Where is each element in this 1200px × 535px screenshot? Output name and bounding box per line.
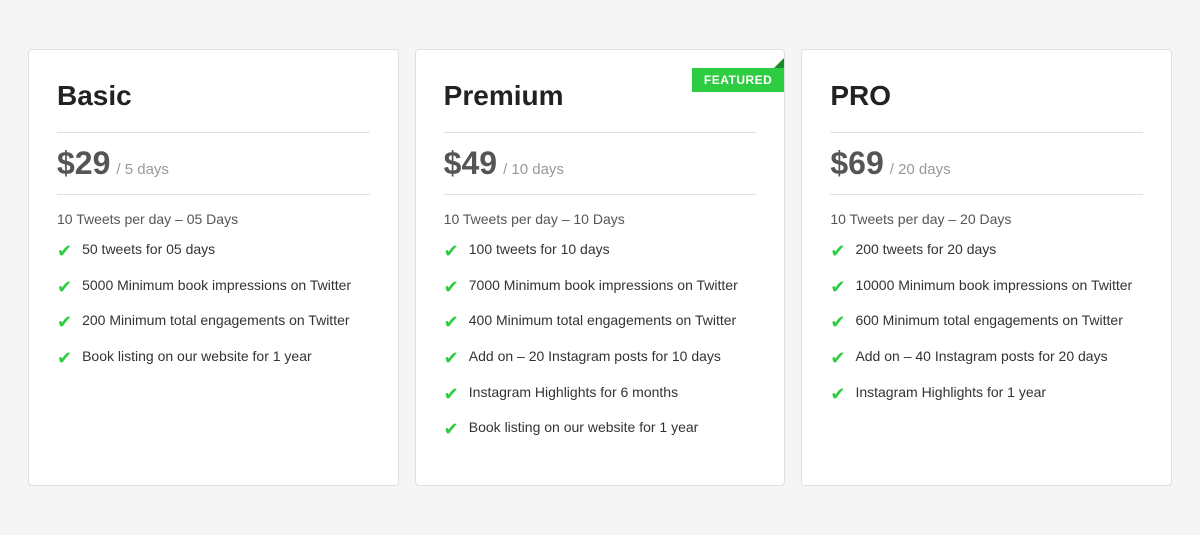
feature-item-premium-3: ✔ Add on – 20 Instagram posts for 10 days (444, 348, 757, 370)
price-row-basic: $29 / 5 days (57, 145, 370, 182)
feature-text-pro-0: 200 tweets for 20 days (855, 241, 996, 257)
pricing-container: Basic $29 / 5 days 10 Tweets per day – 05 D… (20, 49, 1180, 486)
feature-text-premium-2: 400 Minimum total engagements on Twitter (469, 312, 736, 328)
divider-2-premium (444, 194, 757, 195)
feature-item-basic-0: ✔ 50 tweets for 05 days (57, 241, 370, 263)
check-icon-premium-1: ✔ (444, 277, 459, 299)
plan-card-premium: FEATURED Premium $49 / 10 days 10 Tweets per… (415, 49, 786, 486)
feature-text-premium-3: Add on – 20 Instagram posts for 10 days (469, 348, 721, 364)
divider-1-pro (830, 132, 1143, 133)
feature-item-basic-3: ✔ Book listing on our website for 1 year (57, 348, 370, 370)
feature-text-premium-1: 7000 Minimum book impressions on Twitter (469, 277, 738, 293)
feature-text-pro-1: 10000 Minimum book impressions on Twitte… (855, 277, 1132, 293)
plan-card-basic: Basic $29 / 5 days 10 Tweets per day – 05 D… (28, 49, 399, 486)
check-icon-premium-3: ✔ (444, 348, 459, 370)
check-icon-basic-0: ✔ (57, 241, 72, 263)
check-icon-pro-2: ✔ (830, 312, 845, 334)
check-icon-premium-5: ✔ (444, 419, 459, 441)
feature-text-pro-3: Add on – 40 Instagram posts for 20 days (855, 348, 1107, 364)
check-icon-premium-0: ✔ (444, 241, 459, 263)
feature-item-pro-0: ✔ 200 tweets for 20 days (830, 241, 1143, 263)
feature-text-premium-0: 100 tweets for 10 days (469, 241, 610, 257)
feature-item-pro-4: ✔ Instagram Highlights for 1 year (830, 384, 1143, 406)
feature-text-premium-4: Instagram Highlights for 6 months (469, 384, 678, 400)
feature-item-premium-2: ✔ 400 Minimum total engagements on Twitte… (444, 312, 757, 334)
check-icon-pro-4: ✔ (830, 384, 845, 406)
check-icon-basic-2: ✔ (57, 312, 72, 334)
feature-item-basic-2: ✔ 200 Minimum total engagements on Twitte… (57, 312, 370, 334)
plan-header-basic: Basic (57, 80, 370, 122)
plan-card-pro: PRO $69 / 20 days 10 Tweets per day – 20 Da… (801, 49, 1172, 486)
divider-2-pro (830, 194, 1143, 195)
check-icon-pro-0: ✔ (830, 241, 845, 263)
plan-name-basic: Basic (57, 80, 132, 112)
check-icon-pro-1: ✔ (830, 277, 845, 299)
check-icon-pro-3: ✔ (830, 348, 845, 370)
feature-item-pro-2: ✔ 600 Minimum total engagements on Twitte… (830, 312, 1143, 334)
price-amount-pro: $69 (830, 145, 883, 182)
feature-item-pro-1: ✔ 10000 Minimum book impressions on Twitt… (830, 277, 1143, 299)
divider-1-basic (57, 132, 370, 133)
plan-subtitle-pro: 10 Tweets per day – 20 Days (830, 211, 1143, 227)
check-icon-premium-4: ✔ (444, 384, 459, 406)
feature-text-basic-0: 50 tweets for 05 days (82, 241, 215, 257)
check-icon-premium-2: ✔ (444, 312, 459, 334)
plan-name-pro: PRO (830, 80, 891, 112)
price-period-basic: / 5 days (116, 161, 169, 178)
feature-item-pro-3: ✔ Add on – 40 Instagram posts for 20 days (830, 348, 1143, 370)
check-icon-basic-3: ✔ (57, 348, 72, 370)
featured-badge: FEATURED (692, 68, 784, 92)
plan-header-pro: PRO (830, 80, 1143, 122)
price-amount-basic: $29 (57, 145, 110, 182)
price-row-premium: $49 / 10 days (444, 145, 757, 182)
feature-text-pro-4: Instagram Highlights for 1 year (855, 384, 1046, 400)
feature-text-premium-5: Book listing on our website for 1 year (469, 419, 699, 435)
feature-text-basic-3: Book listing on our website for 1 year (82, 348, 312, 364)
feature-item-basic-1: ✔ 5000 Minimum book impressions on Twitte… (57, 277, 370, 299)
feature-text-basic-1: 5000 Minimum book impressions on Twitter (82, 277, 351, 293)
price-period-premium: / 10 days (503, 161, 564, 178)
feature-text-basic-2: 200 Minimum total engagements on Twitter (82, 312, 349, 328)
plan-subtitle-basic: 10 Tweets per day – 05 Days (57, 211, 370, 227)
feature-item-premium-1: ✔ 7000 Minimum book impressions on Twitte… (444, 277, 757, 299)
plan-name-premium: Premium (444, 80, 564, 112)
check-icon-basic-1: ✔ (57, 277, 72, 299)
divider-2-basic (57, 194, 370, 195)
divider-1-premium (444, 132, 757, 133)
feature-item-premium-0: ✔ 100 tweets for 10 days (444, 241, 757, 263)
price-period-pro: / 20 days (890, 161, 951, 178)
feature-text-pro-2: 600 Minimum total engagements on Twitter (855, 312, 1122, 328)
feature-item-premium-5: ✔ Book listing on our website for 1 year (444, 419, 757, 441)
feature-item-premium-4: ✔ Instagram Highlights for 6 months (444, 384, 757, 406)
plan-subtitle-premium: 10 Tweets per day – 10 Days (444, 211, 757, 227)
price-amount-premium: $49 (444, 145, 497, 182)
price-row-pro: $69 / 20 days (830, 145, 1143, 182)
